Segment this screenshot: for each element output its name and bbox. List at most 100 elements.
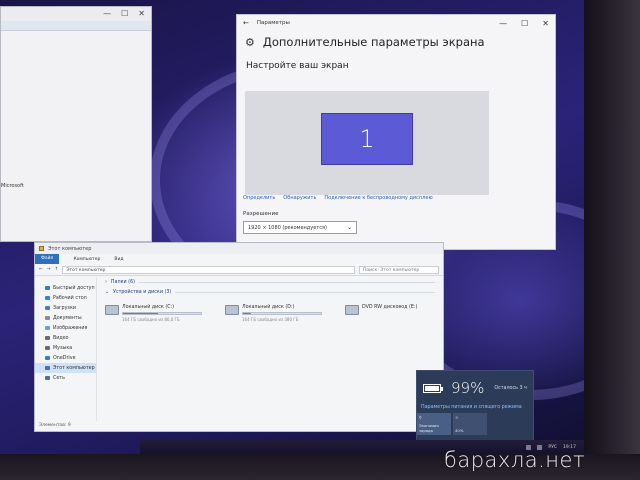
nav-item[interactable]: Рабочий стол xyxy=(35,293,96,303)
nav-item[interactable]: Загрузки xyxy=(35,303,96,313)
brightness-tile[interactable]: ☼ 40% xyxy=(453,413,487,435)
up-arrow-icon[interactable]: ↑ xyxy=(55,267,59,272)
folder-icon xyxy=(45,296,50,300)
drive-name: DVD RW дисковод (E:) xyxy=(362,305,418,310)
drive-usage-bar xyxy=(242,312,322,315)
power-settings-link[interactable]: Параметры питания и спящего режима xyxy=(417,397,533,410)
nav-item-label: Рабочий стол xyxy=(53,295,87,301)
nav-item[interactable]: Этот компьютер xyxy=(35,363,96,373)
minimize-icon[interactable]: — xyxy=(103,7,111,21)
folder-icon xyxy=(45,316,50,320)
drive-icon xyxy=(345,305,359,315)
section-title: Настройте ваш экран xyxy=(246,61,349,71)
forward-arrow-icon[interactable]: → xyxy=(47,267,51,272)
folder-icon xyxy=(39,246,44,251)
explorer-titlebar-label: Этот компьютер xyxy=(48,245,92,252)
settings-titlebar: ← Параметры — ☐ ✕ xyxy=(237,15,555,31)
chevron-right-icon: › xyxy=(105,279,107,285)
folder-icon xyxy=(45,306,50,310)
address-row: ← → ↑ Этот компьютер Поиск: Этот компьют… xyxy=(35,264,443,276)
ribbon-tab-computer[interactable]: Компьютер xyxy=(73,257,100,262)
page-title: Дополнительные параметры экрана xyxy=(262,35,485,49)
drive-icon xyxy=(105,305,119,315)
identify-link[interactable]: Определить xyxy=(243,195,275,201)
monitor-bezel-right xyxy=(584,0,640,480)
background-window-text: Microsoft xyxy=(1,183,24,189)
nav-item[interactable]: Видео xyxy=(35,333,96,343)
background-window[interactable]: — ☐ ✕ Microsoft xyxy=(0,6,152,242)
nav-item[interactable]: Музыка xyxy=(35,343,96,353)
brightness-label: 40% xyxy=(455,428,464,433)
nav-item[interactable]: Изображения xyxy=(35,323,96,333)
background-window-toolbar xyxy=(1,21,151,31)
nav-item-label: Документы xyxy=(53,315,82,321)
explorer-ribbon: Файл Компьютер Вид xyxy=(35,254,443,264)
settings-window[interactable]: ← Параметры — ☐ ✕ ⚙ Дополнительные парам… xyxy=(236,14,556,250)
divider xyxy=(175,291,435,293)
nav-item-label: Этот компьютер xyxy=(53,365,95,371)
drive-name: Локальный диск (D:) xyxy=(242,305,295,310)
nav-item[interactable]: Документы xyxy=(35,313,96,323)
explorer-body: Быстрый доступ Рабочий стол Загрузки Докуме… xyxy=(35,277,445,421)
battery-flyout: 99% Осталось 3 ч Параметры питания и спя… xyxy=(416,370,534,444)
settings-titlebar-label: Параметры xyxy=(256,20,290,26)
address-bar[interactable]: Этот компьютер xyxy=(62,265,355,274)
battery-saver-label: Экономия заряда xyxy=(419,423,439,433)
drive-usage-bar xyxy=(122,312,202,315)
close-icon[interactable]: ✕ xyxy=(542,19,549,28)
monitor-1-tile[interactable]: 1 xyxy=(321,113,413,165)
nav-item-label: Изображения xyxy=(53,325,88,331)
nav-item-label: Видео xyxy=(53,335,69,341)
battery-percent: 99% xyxy=(451,379,485,397)
nav-item-label: Быстрый доступ xyxy=(53,285,95,291)
drive-item[interactable]: Локальный диск (C:) 164 ГБ свободно из 80… xyxy=(105,305,205,322)
nav-item[interactable]: Сеть xyxy=(35,373,96,383)
nav-item[interactable]: Быстрый доступ xyxy=(35,283,96,293)
drive-name: Локальный диск (C:) xyxy=(122,305,175,310)
watermark: барахла.нет xyxy=(444,448,585,472)
maximize-icon[interactable]: ☐ xyxy=(521,19,528,28)
drive-icon xyxy=(225,305,239,315)
explorer-content: › Папки (6) ⌄ Устройства и диски (3) Лок… xyxy=(99,277,443,421)
chevron-down-icon: ⌄ xyxy=(346,224,352,231)
nav-item-label: Музыка xyxy=(53,345,73,351)
explorer-window[interactable]: Этот компьютер Файл Компьютер Вид ← → ↑ … xyxy=(34,242,444,432)
group-header-drives[interactable]: ⌄ Устройства и диски (3) xyxy=(99,287,443,297)
folder-icon xyxy=(45,326,50,330)
chevron-down-icon: ⌄ xyxy=(105,289,110,295)
gear-icon: ⚙ xyxy=(245,35,255,49)
search-input[interactable]: Поиск: Этот компьютер xyxy=(359,265,439,274)
drive-item[interactable]: DVD RW дисковод (E:) xyxy=(345,305,445,322)
battery-remaining: Осталось 3 ч xyxy=(494,385,527,391)
divider xyxy=(138,281,435,283)
maximize-icon[interactable]: ☐ xyxy=(121,7,128,21)
explorer-titlebar: Этот компьютер xyxy=(35,243,443,254)
battery-icon xyxy=(423,383,443,393)
battery-saver-tile[interactable]: ⚲ Экономия заряда xyxy=(417,413,451,435)
resolution-value: 1920 × 1080 (рекомендуется) xyxy=(248,224,327,231)
resolution-dropdown[interactable]: 1920 × 1080 (рекомендуется) ⌄ xyxy=(243,221,357,234)
close-icon[interactable]: ✕ xyxy=(138,7,145,21)
display-arrangement-area[interactable]: 1 xyxy=(245,91,489,195)
drive-item[interactable]: Локальный диск (D:) 164 ГБ свободно из 38… xyxy=(225,305,325,322)
ribbon-tab-view[interactable]: Вид xyxy=(114,257,123,262)
drive-free-space: 164 ГБ свободно из 80,0 ГБ xyxy=(122,317,180,322)
folder-icon xyxy=(45,356,50,360)
minimize-icon[interactable]: — xyxy=(499,19,507,28)
nav-item[interactable]: OneDrive xyxy=(35,353,96,363)
navigation-pane: Быстрый доступ Рабочий стол Загрузки Докуме… xyxy=(35,277,97,421)
detect-link[interactable]: Обнаружить xyxy=(283,195,316,201)
drives-list: Локальный диск (C:) 164 ГБ свободно из 80… xyxy=(105,305,445,322)
group-header-folders-label: Папки (6) xyxy=(110,279,135,285)
brightness-icon: ☼ xyxy=(455,415,459,420)
back-arrow-icon[interactable]: ← xyxy=(243,19,249,27)
wireless-display-link[interactable]: Подключение к беспроводному дисплею xyxy=(324,195,432,201)
group-header-folders[interactable]: › Папки (6) xyxy=(99,277,443,287)
resolution-label: Разрешение xyxy=(243,211,279,217)
ribbon-tab-file[interactable]: Файл xyxy=(35,254,60,264)
back-arrow-icon[interactable]: ← xyxy=(39,267,43,272)
battery-saver-icon: ⚲ xyxy=(419,415,422,420)
folder-icon xyxy=(45,286,50,290)
background-window-titlebar: — ☐ ✕ xyxy=(1,7,151,21)
group-header-drives-label: Устройства и диски (3) xyxy=(113,289,172,295)
